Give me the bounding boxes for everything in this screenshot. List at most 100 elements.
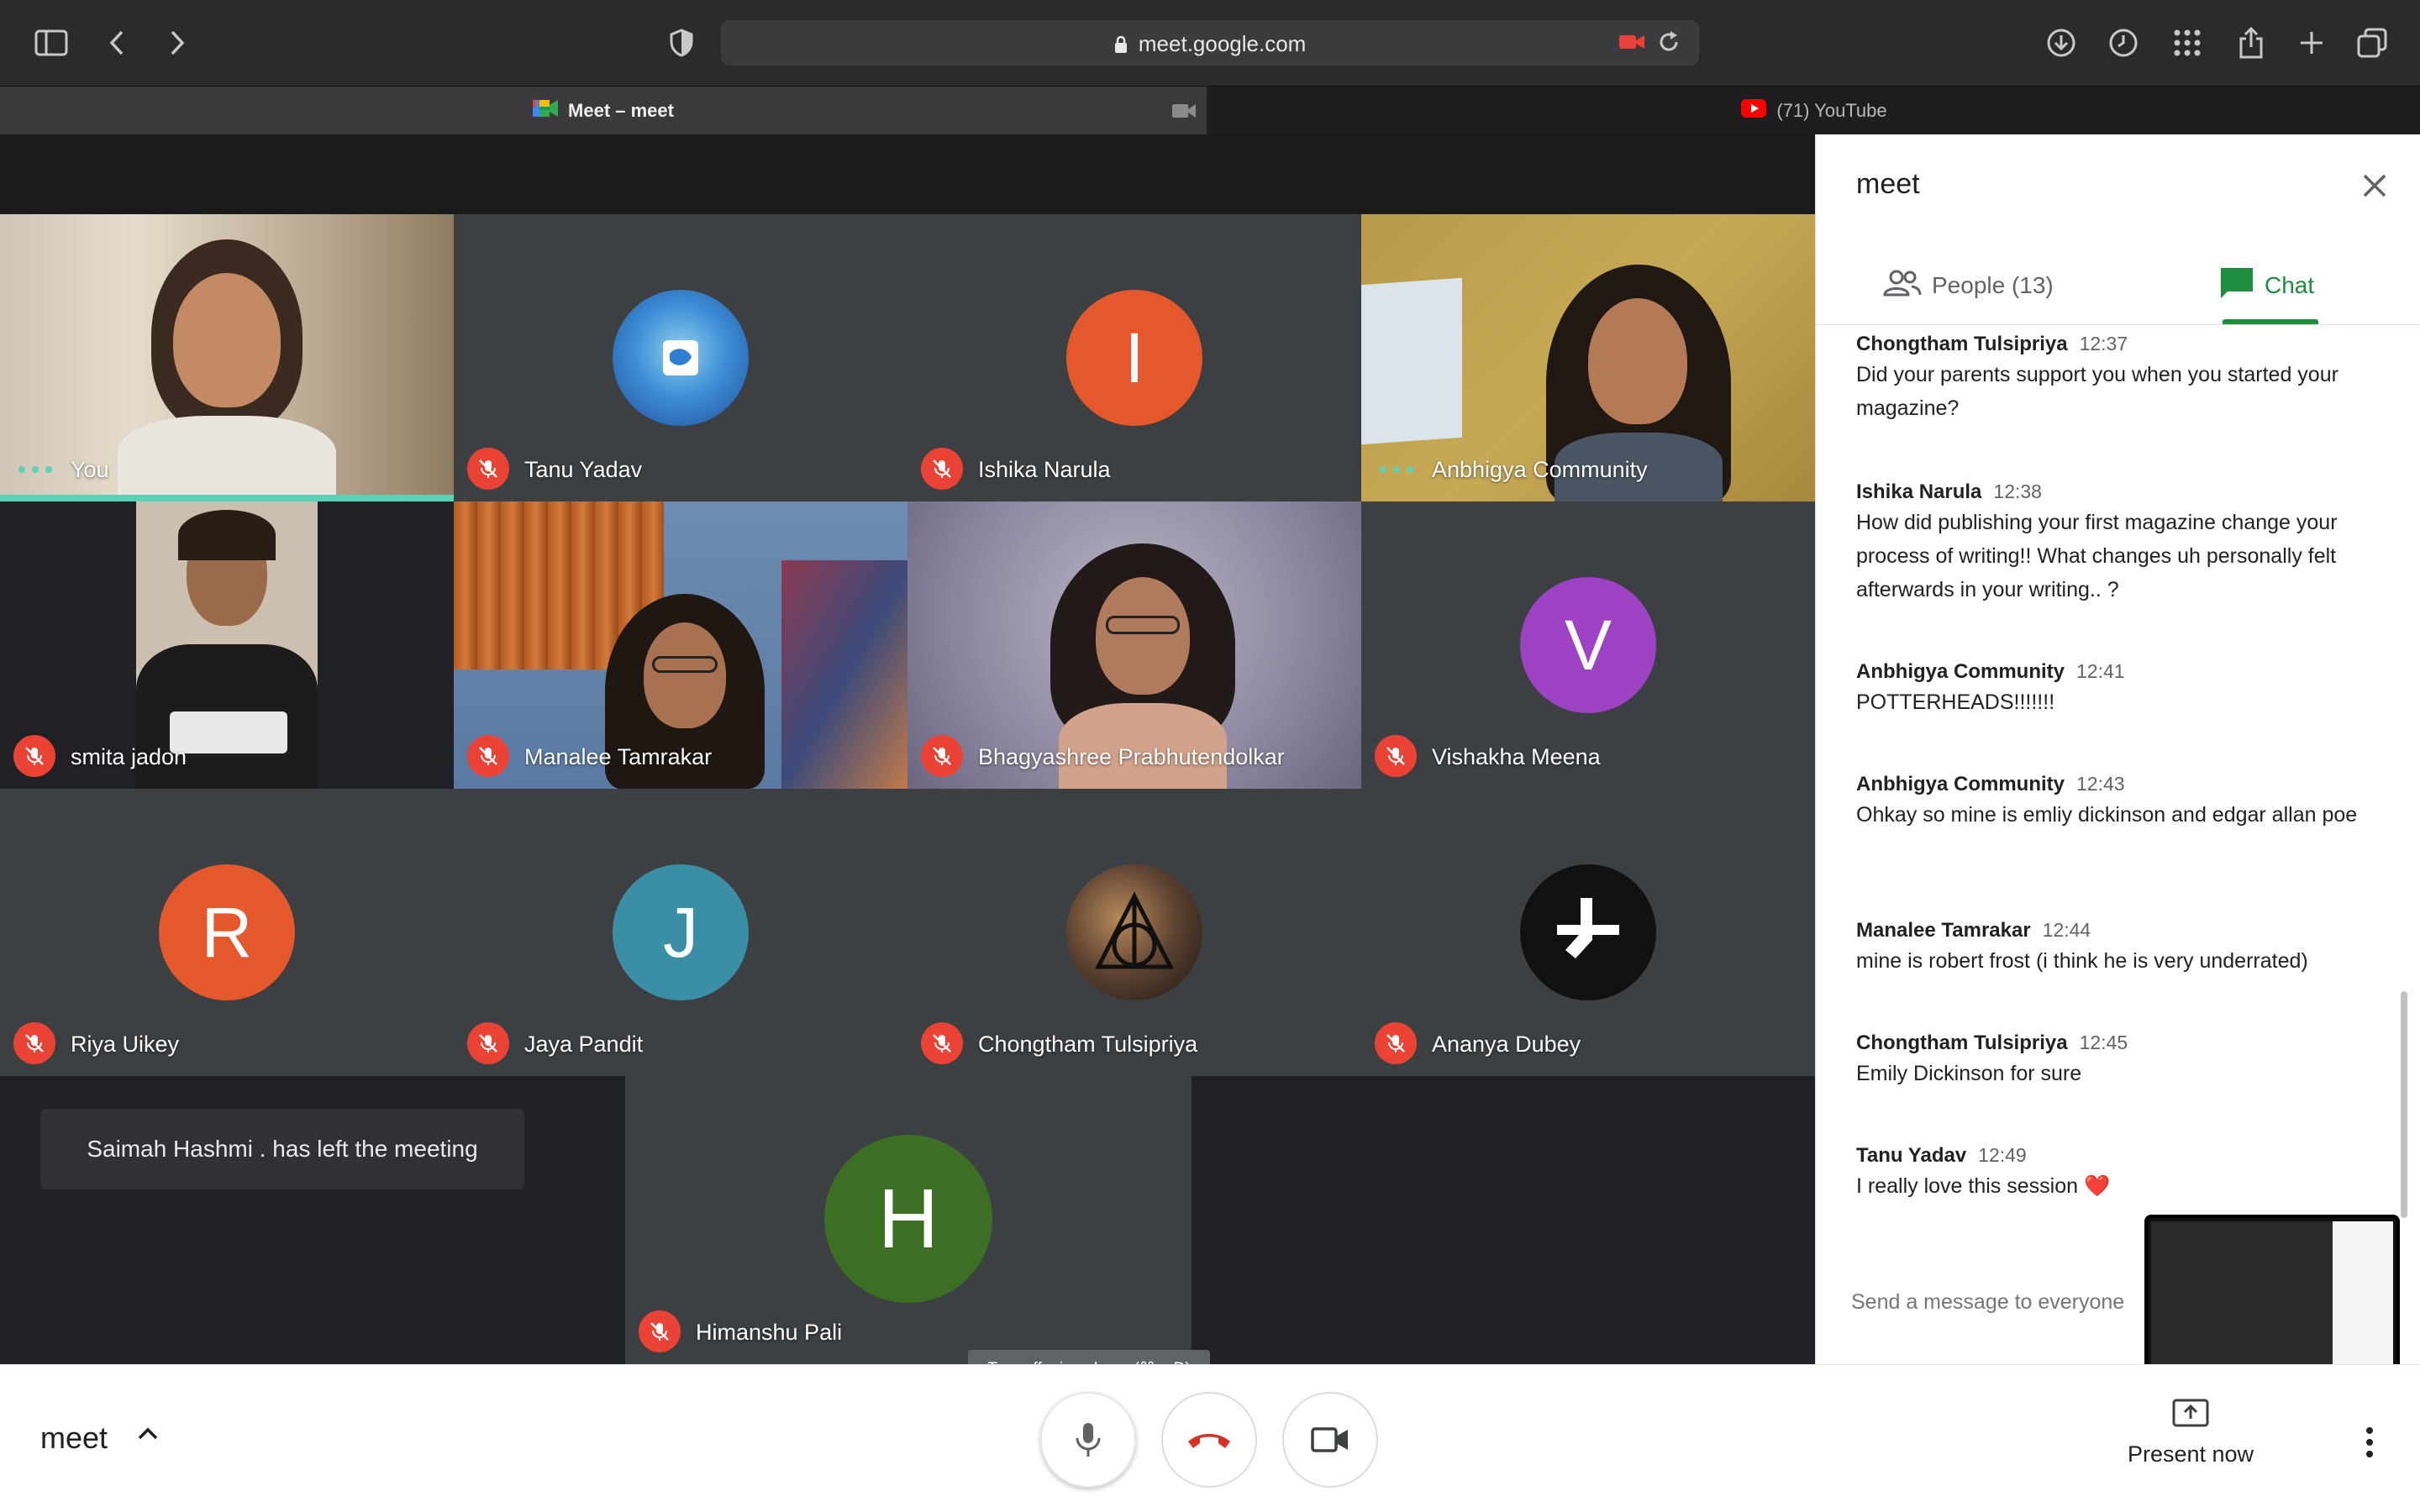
participant-name: Himanshu Pali [696,1320,843,1345]
participant-tile-vishakha-meena[interactable]: V Vishakha Meena [1361,501,1815,789]
sidebar-toggle-icon[interactable] [34,25,69,60]
new-tab-icon[interactable] [2294,25,2329,60]
present-now-label: Present now [2127,1441,2254,1467]
message-sender: Chongtham Tulsipriya [1856,333,2068,355]
participant-name: Bhagyashree Prabhutendolkar [978,744,1285,769]
close-panel-button[interactable] [2354,165,2396,207]
participant-tile-manalee-tamrakar[interactable]: Manalee Tamrakar [454,501,908,789]
message-text: mine is robert frost (i think he is very… [1856,949,2308,973]
participant-tile-tanu-yadav[interactable]: Tanu Yadav [454,214,908,501]
tab-meet[interactable]: Meet – meet [0,87,1207,135]
mic-off-icon [13,1022,55,1064]
more-options-button[interactable] [2353,1417,2386,1467]
chat-message: Anbhigya Community 12:43 Ohkay so mine is… [1856,773,2377,832]
participant-tile-chongtham-tulsipriya[interactable]: Chongtham Tulsipriya [908,789,1361,1076]
participant-name: smita jadon [71,744,187,769]
participant-name: Ishika Narula [978,457,1111,482]
chat-panel: meet People (13) Chat Chongtham Tulsipri… [1815,134,2420,1364]
participant-tile-ananya-dubey[interactable]: Ananya Dubey [1361,789,1815,1076]
message-text: POTTERHEADS!!!!!!! [1856,690,2055,714]
browser-toolbar: meet.google.com [0,0,2420,86]
logo-mark-icon [1557,898,1619,958]
reload-icon[interactable] [1657,30,1681,58]
avatar [613,290,749,426]
share-icon[interactable] [2233,25,2269,60]
whiteboard [1361,277,1462,445]
mic-off-icon [467,1022,509,1064]
stage-top-band [0,134,1815,214]
participant-name: Tanu Yadav [524,457,643,482]
message-text: Emily Dickinson for sure [1856,1062,2082,1085]
active-speaker-indicator [0,495,454,501]
mic-off-icon [467,448,509,490]
message-text: Did your parents support you when you st… [1856,363,2338,420]
camera-in-use-icon[interactable] [1618,32,1645,56]
lock-icon [1114,31,1139,56]
message-time: 12:44 [2042,919,2091,941]
message-text: Ohkay so mine is emliy dickinson and edg… [1856,803,2358,827]
mic-off-icon [921,735,963,777]
apps-grid-icon[interactable] [2170,25,2205,60]
tab-bar: Meet – meet (71) YouTube [0,86,2420,135]
downloads-icon[interactable] [2044,25,2079,60]
participant-name: Ananya Dubey [1432,1032,1581,1057]
tab-camera-icon [1171,102,1197,125]
forward-icon[interactable] [160,25,195,60]
panel-title: meet [1856,168,1920,200]
message-time: 12:43 [2076,773,2125,795]
participant-tile-you[interactable]: You [0,214,454,501]
video-feed [118,239,336,501]
privacy-shield-icon[interactable] [664,25,699,60]
message-sender: Anbhigya Community [1856,773,2065,795]
participant-tile-smita-jadon[interactable]: smita jadon [0,501,454,789]
history-icon[interactable] [2106,25,2141,60]
message-text: I really love this session ❤️ [1856,1174,2111,1198]
back-icon[interactable] [99,25,134,60]
microphone-icon [1076,1423,1101,1457]
microphone-button[interactable] [1040,1392,1136,1488]
tab-youtube[interactable]: (71) YouTube [1208,87,2420,135]
cloth [781,560,908,789]
meeting-details-toggle[interactable] [131,1417,165,1451]
chat-scrollbar[interactable] [2401,991,2407,1218]
tab-people-label: People (13) [1932,272,2054,298]
participant-tile-bhagyashree-prabhutendolkar[interactable]: Bhagyashree Prabhutendolkar [908,501,1361,789]
camera-button[interactable] [1282,1392,1378,1488]
deathly-hallows-icon [1094,891,1175,969]
present-screen-icon [2172,1399,2209,1427]
avatar-initial: H [877,1171,939,1266]
chat-message: Manalee Tamrakar 12:44 mine is robert fro… [1856,919,2377,978]
message-text: How did publishing your first magazine c… [1856,511,2338,601]
screenshot-thumbnail[interactable] [2144,1215,2400,1376]
mic-off-icon [639,1310,681,1352]
dot [2366,1427,2373,1434]
participant-tile-anbhigya-community[interactable]: Anbhigya Community [1361,214,1815,501]
message-time: 12:41 [2076,660,2125,682]
chat-message: Chongtham Tulsipriya 12:45 Emily Dickinso… [1856,1032,2377,1090]
address-bar[interactable]: meet.google.com [721,20,1699,66]
message-time: 12:49 [1978,1144,2027,1166]
avatar-initial: V [1564,605,1612,685]
participant-name: You [71,457,109,482]
dot [2366,1439,2373,1446]
participant-tile-ishika-narula[interactable]: I Ishika Narula [908,214,1361,501]
tab-people[interactable]: People (13) [1883,260,2085,311]
tab-chat-label: Chat [2265,272,2315,298]
chat-message-input[interactable] [1851,1285,2187,1319]
participant-tile-himanshu-pali[interactable]: H Himanshu Pali [625,1076,1192,1364]
participant-tile-jaya-pandit[interactable]: J Jaya Pandit [454,789,908,1076]
tab-overview-icon[interactable] [2354,25,2390,60]
participant-name: Riya Uikey [71,1032,180,1057]
participant-name: Anbhigya Community [1432,457,1648,482]
message-time: 12:45 [2079,1032,2128,1053]
dot [2366,1451,2373,1457]
message-sender: Ishika Narula [1856,480,1982,503]
hang-up-icon [1188,1434,1230,1448]
present-now-button[interactable]: Present now [2119,1399,2262,1467]
participant-tile-riya-uikey[interactable]: R Riya Uikey [0,789,454,1076]
tab-chat[interactable]: Chat [2219,260,2370,311]
leave-call-button[interactable] [1161,1392,1257,1488]
close-icon [2363,174,2386,197]
participant-name: Manalee Tamrakar [524,744,713,769]
mic-off-icon [921,1022,963,1064]
